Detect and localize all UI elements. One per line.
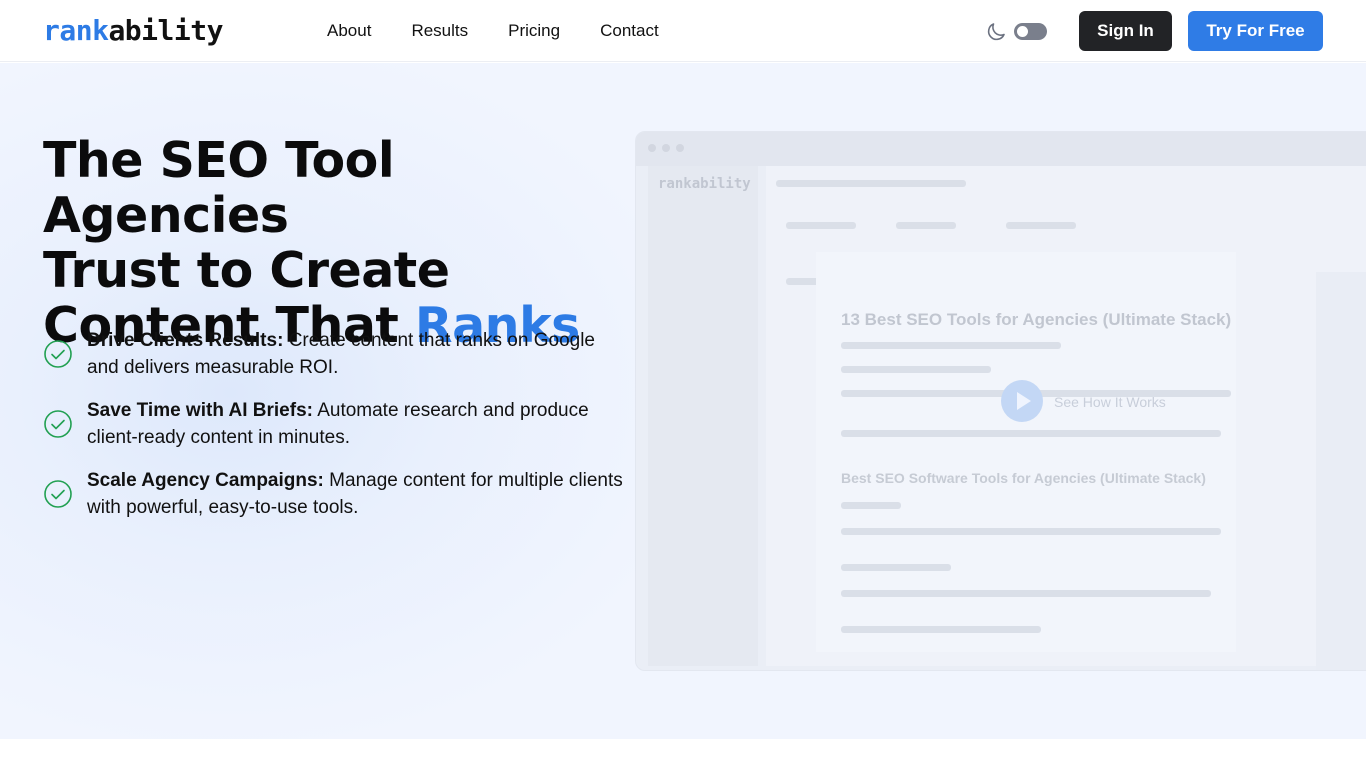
preview-doc-title: 13 Best SEO Tools for Agencies (Ultimate…: [841, 310, 1232, 329]
preview-text-line: [841, 626, 1041, 633]
toggle-knob: [1017, 26, 1028, 37]
preview-text-line: [841, 564, 951, 571]
feature-item: Drive Clients Results: Create content th…: [43, 327, 623, 397]
preview-text-line: [841, 528, 1221, 535]
nav-about[interactable]: About: [327, 21, 371, 41]
main-nav: About Results Pricing Contact: [327, 21, 699, 41]
preview-stat-bar: [896, 222, 956, 229]
sign-in-button[interactable]: Sign In: [1079, 11, 1172, 51]
preview-toolbar-bar: [776, 180, 966, 187]
feature-title: Save Time with AI Briefs:: [87, 400, 313, 421]
check-circle-icon: [44, 340, 72, 368]
window-dot: [648, 144, 656, 152]
preview-stat-bar: [1006, 222, 1076, 229]
play-icon[interactable]: [1001, 380, 1043, 422]
logo-part2: ability: [108, 14, 223, 47]
window-chrome: [636, 132, 1366, 166]
feature-title: Scale Agency Campaigns:: [87, 470, 324, 491]
page-bottom: [0, 739, 1366, 768]
product-preview[interactable]: rankability 13 Best SEO Tools for Agenci…: [635, 131, 1366, 671]
nav-pricing[interactable]: Pricing: [508, 21, 560, 41]
check-circle-icon: [44, 410, 72, 438]
preview-section-heading: Best SEO Software Tools for Agencies (Ul…: [841, 470, 1206, 486]
hero-headline: The SEO Tool Agencies Trust to Create Co…: [43, 133, 643, 353]
theme-toggle[interactable]: [1014, 23, 1047, 40]
nav-contact[interactable]: Contact: [600, 21, 659, 41]
logo-part1: rank: [43, 14, 109, 47]
nav-results[interactable]: Results: [411, 21, 468, 41]
preview-text-line: [841, 342, 1061, 349]
logo[interactable]: rankability: [43, 14, 223, 47]
site-header: rankability About Results Pricing Contac…: [0, 0, 1366, 62]
preview-text-line: [841, 502, 901, 509]
preview-logo-part2: ability: [691, 176, 751, 192]
feature-item: Scale Agency Campaigns: Manage content f…: [43, 467, 623, 537]
moon-icon: [987, 23, 1005, 41]
feature-text: Save Time with AI Briefs: Automate resea…: [87, 397, 623, 451]
feature-title: Drive Clients Results:: [87, 330, 284, 351]
feature-item: Save Time with AI Briefs: Automate resea…: [43, 397, 623, 467]
check-circle-icon: [44, 480, 72, 508]
preview-stat-bar: [786, 222, 856, 229]
feature-text: Scale Agency Campaigns: Manage content f…: [87, 467, 623, 521]
window-dot: [662, 144, 670, 152]
preview-keyword-panel: [1316, 272, 1366, 670]
preview-logo: rankability: [658, 176, 751, 192]
preview-text-line: [841, 590, 1211, 597]
feature-text: Drive Clients Results: Create content th…: [87, 327, 623, 381]
feature-list: Drive Clients Results: Create content th…: [43, 327, 623, 537]
video-label[interactable]: See How It Works: [1054, 394, 1166, 410]
preview-sidebar: [648, 166, 758, 666]
window-dot: [676, 144, 684, 152]
hero-section: The SEO Tool Agencies Trust to Create Co…: [0, 63, 1366, 739]
try-for-free-button[interactable]: Try For Free: [1188, 11, 1323, 51]
preview-text-line: [841, 430, 1221, 437]
preview-logo-part1: rank: [658, 176, 692, 192]
headline-line2: Trust to Create: [43, 242, 450, 299]
preview-text-line: [841, 366, 991, 373]
headline-line1: The SEO Tool Agencies: [43, 132, 395, 244]
